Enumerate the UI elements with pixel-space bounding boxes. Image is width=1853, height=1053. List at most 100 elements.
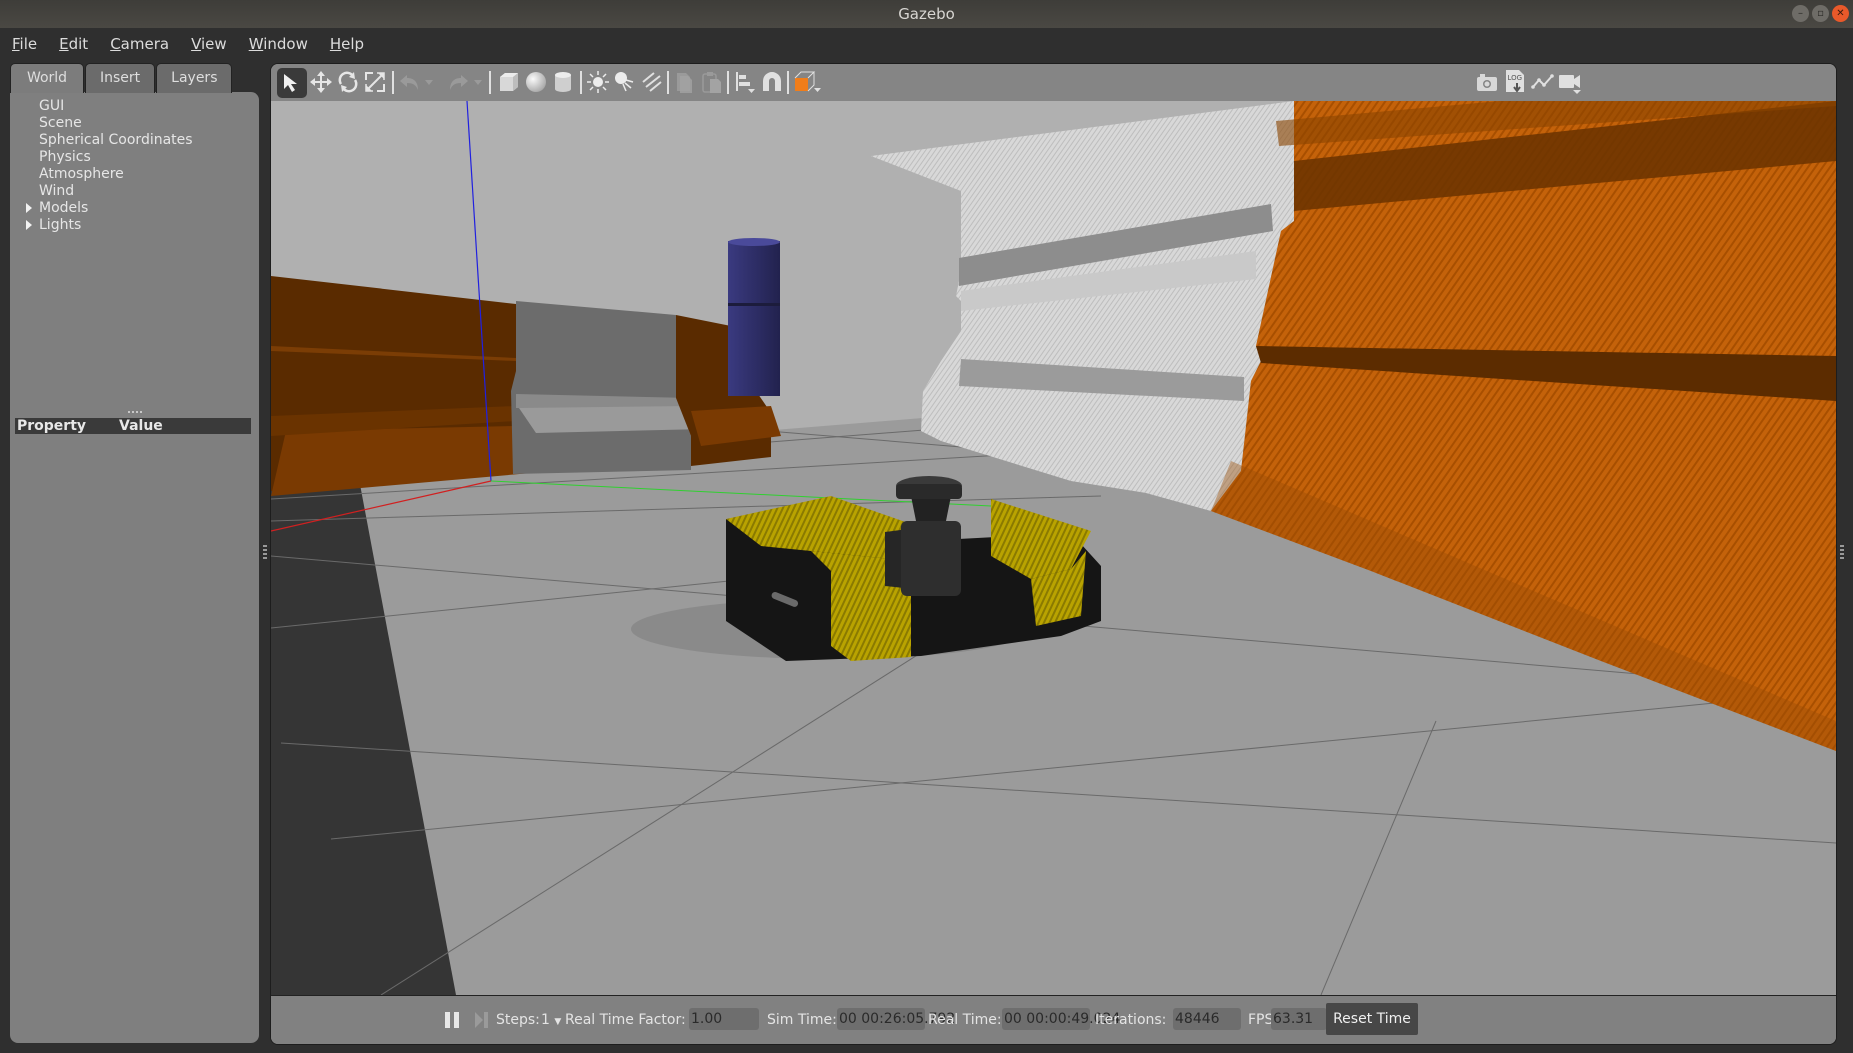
undo-history-dropdown[interactable] [422,69,436,95]
sphere-icon [526,72,546,92]
iterations-label: Iterations: [1095,1012,1167,1028]
blue-pillar-top [728,238,780,246]
tree-item-scene[interactable]: Scene [10,115,193,132]
box-icon [500,73,518,91]
steps-spinner[interactable]: 1 ▼ [541,1012,561,1028]
rtf-field: 1.00 [689,1008,759,1030]
tree-item-gui[interactable]: GUI [10,98,193,115]
render-viewport: LOG Steps: 1 ▼ Real Time Factor: 1.00 Si… [270,63,1837,1045]
lidar-cap [896,484,962,499]
spot-light-button[interactable] [612,69,638,95]
world-panel: GUI Scene Spherical Coordinates Physics … [10,92,259,1043]
tree-item-atmosphere[interactable]: Atmosphere [10,166,193,183]
pause-button[interactable] [439,1007,465,1033]
steps-value: 1 [541,1012,550,1028]
window-title: Gazebo [898,5,955,23]
undo-button[interactable] [397,69,423,95]
menu-help-label: elp [341,35,365,53]
world-tree: GUI Scene Spherical Coordinates Physics … [10,98,193,234]
video-record-button[interactable] [1558,69,1584,95]
tree-label: GUI [39,98,65,114]
property-column-header[interactable]: Property [17,418,86,434]
expand-arrow-icon[interactable] [26,220,32,230]
tree-label: Wind [39,183,75,199]
value-column-header[interactable]: Value [119,418,163,434]
undo-icon [400,75,418,90]
scale-mode-button[interactable] [362,69,388,95]
menu-help-mnemonic: H [329,35,342,53]
left-splitter-handle[interactable] [263,545,267,561]
tree-label: Physics [39,149,91,165]
menu-window-label: indow [263,35,308,53]
toolbar-separator [392,71,394,94]
left-panel-tabs: World Insert Layers [10,63,233,93]
snap-button[interactable] [759,69,785,95]
tree-item-models[interactable]: Models [10,200,193,217]
select-mode-button[interactable] [277,68,307,98]
tree-item-spherical-coordinates[interactable]: Spherical Coordinates [10,132,193,149]
maximize-button[interactable]: ▫ [1812,5,1829,22]
toolbar-separator [489,71,491,94]
sim-time-field: 00 00:26:05.792 [837,1008,955,1030]
menu-camera[interactable]: Camera [110,35,169,53]
tab-layers[interactable]: Layers [156,63,233,93]
tree-item-wind[interactable]: Wind [10,183,193,200]
scale-icon [365,72,385,92]
menu-help[interactable]: Help [330,35,364,53]
paste-button[interactable] [699,69,725,95]
menu-view-mnemonic: V [191,35,202,53]
scene-render[interactable] [271,71,1836,996]
copy-icon [677,73,692,93]
directional-light-button[interactable] [639,69,665,95]
video-camera-icon [1559,75,1581,94]
sphere-shape-button[interactable] [523,69,549,95]
menu-file[interactable]: File [12,35,37,53]
menu-window-mnemonic: W [248,35,264,53]
directional-light-icon [642,72,662,92]
menu-view[interactable]: View [191,35,227,53]
expand-arrow-icon[interactable] [26,203,32,213]
blue-pillar [728,241,780,396]
camera-icon [1477,74,1497,91]
cylinder-shape-button[interactable] [550,69,576,95]
toolbar-separator [787,71,789,94]
menu-edit[interactable]: Edit [59,35,88,53]
chevron-down-icon: ▼ [554,1017,562,1027]
rotate-mode-button[interactable] [335,69,361,95]
panel-splitter-handle[interactable] [128,411,142,415]
3d-scene[interactable] [271,71,1836,996]
menu-file-label: ile [19,35,38,53]
tree-item-physics[interactable]: Physics [10,149,193,166]
menu-edit-label: dit [68,35,89,53]
move-icon [310,71,332,93]
magnet-icon [763,72,781,91]
menu-edit-mnemonic: E [59,35,69,53]
right-splitter-handle[interactable] [1840,545,1844,561]
toolbar-separator [727,71,729,94]
align-icon [736,72,755,93]
menu-window[interactable]: Window [249,35,308,53]
dropdown-arrow-icon [474,79,482,85]
plot-button[interactable] [1530,69,1556,95]
align-button[interactable] [732,69,758,95]
tab-world[interactable]: World [10,63,84,93]
view-angle-button[interactable] [792,69,824,95]
copy-button[interactable] [672,69,698,95]
redo-history-dropdown[interactable] [471,69,485,95]
pause-icon [445,1012,459,1028]
box-shape-button[interactable] [496,69,522,95]
minimize-button[interactable]: – [1792,5,1809,22]
translate-mode-button[interactable] [308,69,334,95]
screenshot-button[interactable] [1474,69,1500,95]
tree-item-lights[interactable]: Lights [10,217,193,234]
step-button[interactable] [469,1007,495,1033]
reset-time-button[interactable]: Reset Time [1326,1003,1418,1035]
menu-bar: File Edit Camera View Window Help [0,28,1853,60]
log-button[interactable]: LOG [1502,69,1528,95]
close-button[interactable]: ✕ [1832,5,1849,22]
fps-field: 63.31 [1271,1008,1327,1030]
sim-time-label: Sim Time: [767,1012,837,1028]
point-light-button[interactable] [585,69,611,95]
tab-insert[interactable]: Insert [85,63,156,93]
redo-button[interactable] [445,69,471,95]
